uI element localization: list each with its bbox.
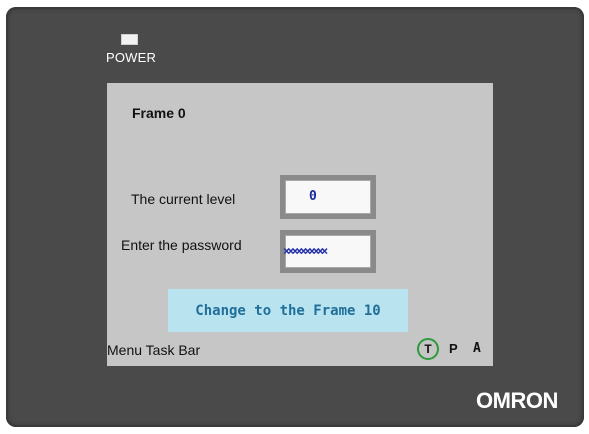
password-label: Enter the password (121, 237, 242, 253)
power-led (121, 34, 138, 45)
current-level-label: The current level (131, 191, 236, 207)
hmi-screen: Frame 0 The current level 0 Enter the pa… (107, 83, 493, 366)
brand-logo: OMRON (476, 388, 558, 413)
t-indicator[interactable]: T (417, 338, 439, 360)
current-level-value: 0 (309, 189, 317, 204)
p-indicator[interactable]: P (449, 341, 458, 356)
change-frame-button[interactable]: Change to the Frame 10 (168, 289, 408, 332)
current-level-display: 0 (280, 175, 376, 219)
a-indicator[interactable]: A (473, 341, 481, 356)
power-label: POWER (106, 50, 157, 65)
password-field[interactable]: ×××××××××× (280, 230, 376, 273)
password-value: ×××××××××× (283, 244, 328, 258)
menu-taskbar-label[interactable]: Menu Task Bar (107, 342, 200, 358)
frame-title: Frame 0 (132, 105, 186, 121)
